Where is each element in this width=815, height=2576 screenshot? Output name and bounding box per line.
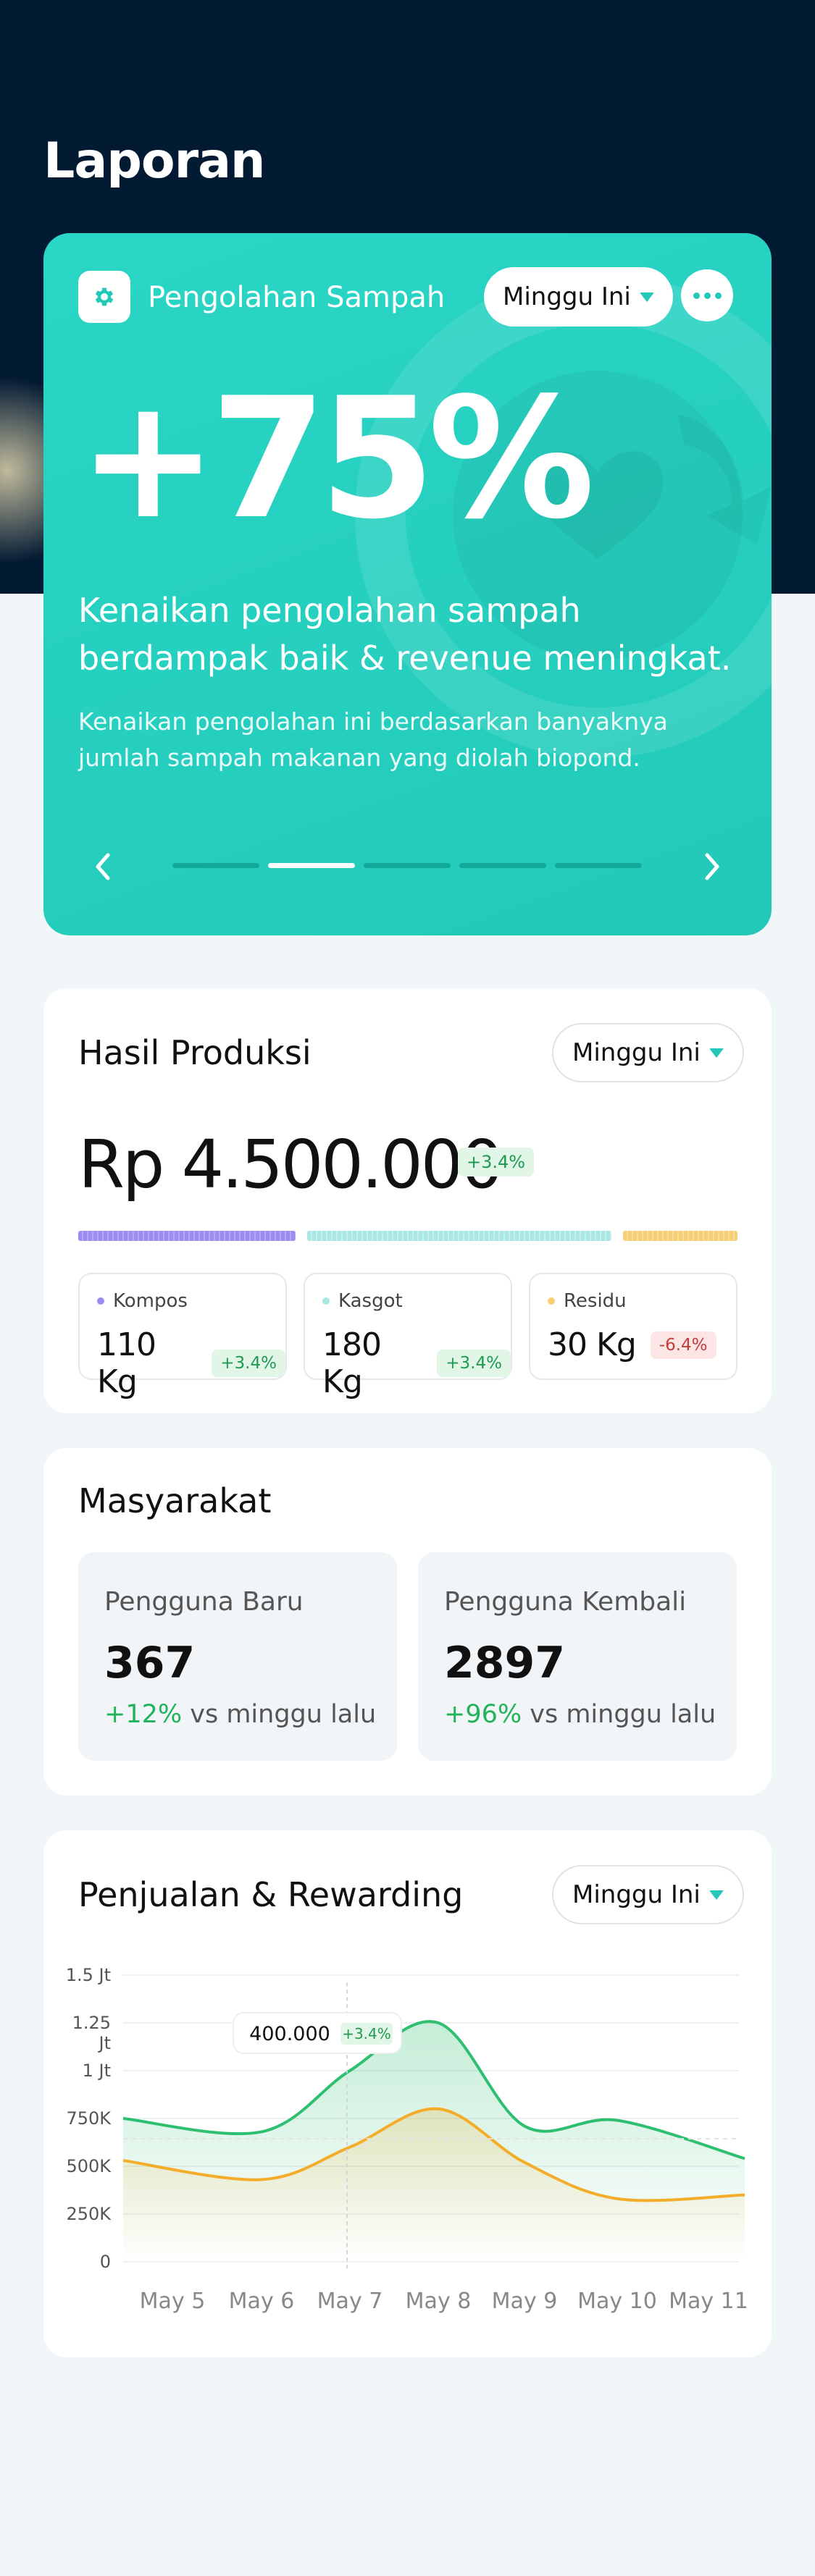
x-tick-label: May 8 — [406, 2289, 472, 2314]
community-card: Masyarakat Pengguna Baru 367 +12% vs min… — [43, 1448, 772, 1796]
y-tick-label: 0 — [100, 2252, 111, 2272]
composition-segment-residu — [623, 1231, 737, 1241]
stat-label: Residu — [564, 1290, 627, 1312]
stat-label: Kasgot — [338, 1290, 403, 1312]
mini-stat-delta: +12% vs minggu lalu — [104, 1700, 376, 1729]
x-tick-label: May 6 — [229, 2289, 295, 2314]
production-amount: Rp 4.500.000 — [78, 1126, 503, 1203]
x-tick-label: May 5 — [140, 2289, 206, 2314]
chevron-down-icon — [639, 292, 654, 302]
production-amount-value: Rp 4.500.000 — [78, 1126, 503, 1203]
hero-headline: Kenaikan pengolahan sampah berdampak bai… — [78, 591, 732, 678]
x-tick-label: May 9 — [492, 2289, 558, 2314]
y-tick-label: 1.25 — [72, 2013, 111, 2033]
hero-subtitle: Kenaikan pengolahan ini berdasarkan bany… — [78, 707, 668, 772]
period-dropdown[interactable]: Minggu Ini — [484, 267, 673, 327]
y-tick-label: Jt — [98, 2033, 112, 2053]
hero-big-value: +75% — [78, 363, 595, 556]
carousel-dot-active[interactable] — [268, 863, 355, 868]
kasgot-dot-icon — [322, 1297, 330, 1305]
carousel-dot[interactable] — [364, 863, 451, 868]
stat-residu: Residu 30 Kg -6.4% — [529, 1273, 737, 1380]
y-tick-label: 250K — [66, 2204, 112, 2224]
carousel-dot[interactable] — [172, 863, 259, 868]
x-tick-label: May 7 — [317, 2289, 383, 2314]
settings-badge — [78, 271, 130, 323]
stat-change-badge: +3.4% — [212, 1350, 285, 1377]
stat-change-badge: -6.4% — [650, 1331, 716, 1359]
mini-stat-value: 367 — [104, 1638, 196, 1688]
stat-kompos: Kompos 110 Kg +3.4% — [78, 1273, 287, 1400]
production-change-badge: +3.4% — [458, 1148, 535, 1177]
stat-label: Kompos — [113, 1290, 188, 1312]
composition-segment-kompos — [78, 1231, 296, 1241]
carousel-next-button[interactable] — [690, 845, 734, 888]
stat-value: 30 Kg — [548, 1326, 637, 1363]
mini-stat-value: 2897 — [444, 1638, 565, 1688]
stat-kasgot: Kasgot 180 Kg +3.4% — [304, 1273, 512, 1400]
gear-icon — [95, 287, 114, 306]
carousel-prev-button[interactable] — [81, 845, 125, 888]
chevron-down-icon — [709, 1048, 724, 1058]
y-tick-label: 500K — [66, 2156, 112, 2176]
chevron-right-icon — [705, 853, 719, 880]
x-tick-label: May 11 — [669, 2289, 748, 2314]
more-dot-icon — [703, 292, 711, 299]
production-card: Hasil Produksi Minggu Ini Rp 4.500.000 +… — [43, 988, 772, 1413]
composition-segment-kasgot — [307, 1231, 611, 1241]
more-dot-icon — [714, 292, 722, 299]
y-tick-label: 1 Jt — [83, 2061, 111, 2081]
period-dropdown-label: Minggu Ini — [503, 282, 631, 311]
tooltip-change: +3.4% — [342, 2025, 391, 2042]
page-title: Laporan — [43, 132, 265, 190]
y-tick-label: 1.5 Jt — [66, 1965, 111, 1985]
mini-stat-label: Pengguna Baru — [104, 1587, 304, 1617]
chevron-left-icon — [96, 853, 110, 880]
production-period-dropdown[interactable]: Minggu Ini — [552, 1023, 744, 1082]
stat-returning-users: Pengguna Kembali 2897 +96% vs minggu lal… — [418, 1552, 737, 1761]
production-composition-bar — [78, 1231, 737, 1241]
production-title: Hasil Produksi — [78, 1033, 312, 1072]
tooltip-value: 400.000 — [249, 2023, 330, 2045]
delta-suffix: vs minggu lalu — [182, 1700, 377, 1729]
sales-card: Penjualan & Rewarding Minggu Ini 0 250K 50… — [43, 1830, 772, 2357]
stat-new-users: Pengguna Baru 367 +12% vs minggu lalu — [78, 1552, 397, 1761]
carousel-indicator — [172, 863, 642, 868]
more-options-button[interactable] — [681, 269, 733, 321]
x-tick-label: May 10 — [577, 2289, 657, 2314]
mini-stat-label: Pengguna Kembali — [444, 1587, 687, 1617]
mini-stat-delta: +96% vs minggu lalu — [444, 1700, 716, 1729]
stat-value: 180 Kg — [322, 1326, 382, 1400]
more-dot-icon — [693, 292, 700, 299]
delta-percent: +12% — [104, 1700, 183, 1729]
residu-dot-icon — [548, 1297, 555, 1305]
community-title: Masyarakat — [78, 1481, 272, 1520]
hero-card[interactable]: Pengolahan Sampah Minggu Ini +75% Kenaik… — [43, 233, 772, 935]
hero-card-title: Pengolahan Sampah — [148, 281, 446, 314]
y-tick-label: 750K — [66, 2108, 112, 2129]
carousel-dot[interactable] — [459, 863, 546, 868]
stat-change-badge: +3.4% — [437, 1350, 511, 1377]
stat-value: 110 Kg — [97, 1326, 156, 1400]
kompos-dot-icon — [97, 1297, 104, 1305]
period-dropdown-label: Minggu Ini — [572, 1038, 701, 1067]
delta-suffix: vs minggu lalu — [522, 1700, 716, 1729]
sales-line-chart[interactable]: 0 250K 500K 750K 1 Jt 1.25 1.5 Jt Jt 400.000 +3.4… — [43, 1830, 772, 2357]
delta-percent: +96% — [444, 1700, 522, 1729]
carousel-dot[interactable] — [555, 863, 642, 868]
